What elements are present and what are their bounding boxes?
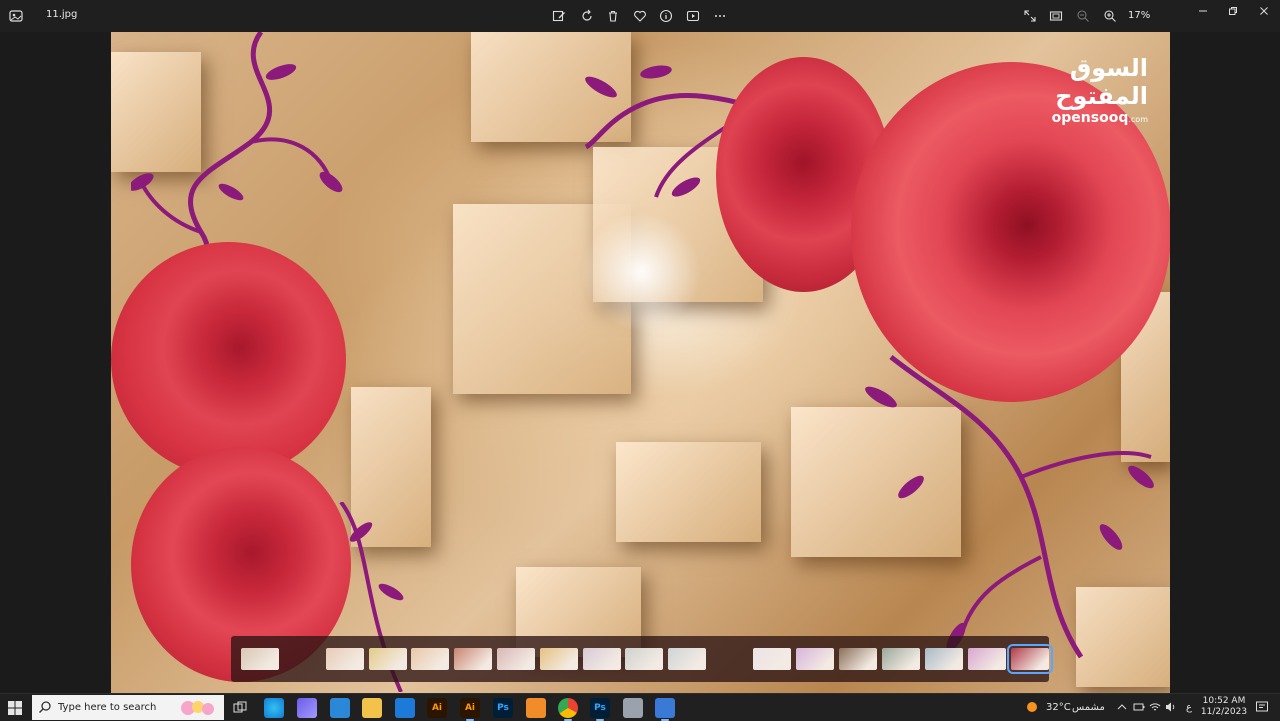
weather-label[interactable]: مشمس: [1072, 702, 1105, 713]
filmstrip-thumbnail[interactable]: [625, 648, 663, 670]
photos-app-icon[interactable]: [8, 8, 24, 24]
filmstrip-thumbnail[interactable]: [326, 648, 364, 670]
filmstrip-thumbnail[interactable]: [796, 648, 834, 670]
filmstrip-thumbnail[interactable]: [968, 648, 1006, 670]
mail-icon[interactable]: [395, 698, 415, 718]
filmstrip-thumbnail[interactable]: [925, 648, 963, 670]
search-highlight-icon: [181, 701, 214, 715]
light-glow: [581, 212, 701, 332]
marble-tile: [616, 442, 761, 542]
taskbar-search[interactable]: Type here to search: [32, 695, 224, 720]
chrome-icon[interactable]: [558, 698, 578, 721]
weather-sun-icon[interactable]: [1026, 701, 1038, 713]
filmstrip-thumbnail[interactable]: [839, 648, 877, 670]
rotate-icon[interactable]: [577, 6, 597, 26]
input-language[interactable]: ع: [1186, 702, 1192, 713]
volume-icon[interactable]: [1165, 701, 1177, 713]
filmstrip-thumbnail[interactable]: [454, 648, 492, 670]
illustrator-icon-2[interactable]: Ai: [460, 698, 480, 721]
battery-icon[interactable]: [1133, 701, 1145, 713]
photos-icon[interactable]: [655, 698, 675, 721]
zoom-in-icon[interactable]: [1100, 6, 1120, 26]
app-icon[interactable]: [297, 698, 317, 718]
photoshop-icon-2[interactable]: Ps: [590, 698, 610, 721]
taskbar: Type here to search Ai Ai Ps Ps 32°C مشم…: [0, 693, 1280, 721]
title-bar: 11.jpg 17%: [0, 0, 1280, 32]
filmstrip-thumbnail[interactable]: [753, 648, 791, 670]
fit-window-icon[interactable]: [1046, 6, 1066, 26]
minimize-icon[interactable]: [1192, 4, 1214, 18]
search-placeholder: Type here to search: [58, 702, 157, 713]
filmstrip-thumbnail[interactable]: [369, 648, 407, 670]
clock-date: 11/2/2023: [1200, 707, 1248, 717]
filmstrip-thumbnail[interactable]: [497, 648, 535, 670]
weather-temperature[interactable]: 32°C: [1046, 702, 1071, 713]
network-icon[interactable]: [1149, 701, 1161, 713]
search-icon: [39, 701, 51, 713]
notifications-icon[interactable]: [1255, 700, 1269, 714]
more-options-icon[interactable]: [710, 6, 730, 26]
store-icon[interactable]: [330, 698, 350, 718]
filmstrip-thumbnail[interactable]: [882, 648, 920, 670]
filmstrip-thumbnail[interactable]: [241, 648, 279, 670]
info-icon[interactable]: [656, 6, 676, 26]
watermark-arabic: السوق المفتوح: [1055, 54, 1148, 110]
zoom-level[interactable]: 17%: [1128, 10, 1150, 21]
illustrator-icon[interactable]: Ai: [427, 698, 447, 718]
close-icon[interactable]: [1253, 4, 1275, 18]
restore-icon[interactable]: [1222, 4, 1244, 18]
filmstrip-thumbnail[interactable]: [668, 648, 706, 670]
clock[interactable]: 10:52 AM 11/2/2023: [1200, 696, 1248, 718]
edge-icon[interactable]: [264, 698, 284, 718]
red-rose: [111, 242, 346, 477]
filmstrip-thumbnail[interactable]: [1007, 644, 1053, 674]
clock-time: 10:52 AM: [1202, 696, 1246, 706]
opensooq-watermark: السوق المفتوح opensooq.com: [998, 54, 1148, 126]
task-view-icon[interactable]: [230, 698, 250, 718]
filmstrip-thumbnail[interactable]: [583, 648, 621, 670]
file-name: 11.jpg: [46, 9, 78, 20]
favorite-heart-icon[interactable]: [630, 6, 650, 26]
filmstrip-thumbnail[interactable]: [540, 648, 578, 670]
file-explorer-icon[interactable]: [362, 698, 382, 718]
slideshow-icon[interactable]: [683, 6, 703, 26]
photoshop-icon[interactable]: Ps: [493, 698, 513, 718]
filmstrip: [231, 636, 1053, 682]
fullscreen-icon[interactable]: [1020, 6, 1040, 26]
app-gray-icon[interactable]: [623, 698, 643, 718]
watermark-latin: opensooq.com: [1051, 110, 1148, 126]
start-icon[interactable]: [8, 700, 24, 716]
delete-icon[interactable]: [603, 6, 623, 26]
zoom-out-icon[interactable]: [1073, 6, 1093, 26]
edit-image-icon[interactable]: [549, 6, 569, 26]
displayed-photo[interactable]: السوق المفتوح opensooq.com: [111, 32, 1170, 693]
app-orange-icon[interactable]: [526, 698, 546, 718]
chevron-up-icon[interactable]: [1116, 701, 1128, 713]
filmstrip-thumbnail[interactable]: [411, 648, 449, 670]
